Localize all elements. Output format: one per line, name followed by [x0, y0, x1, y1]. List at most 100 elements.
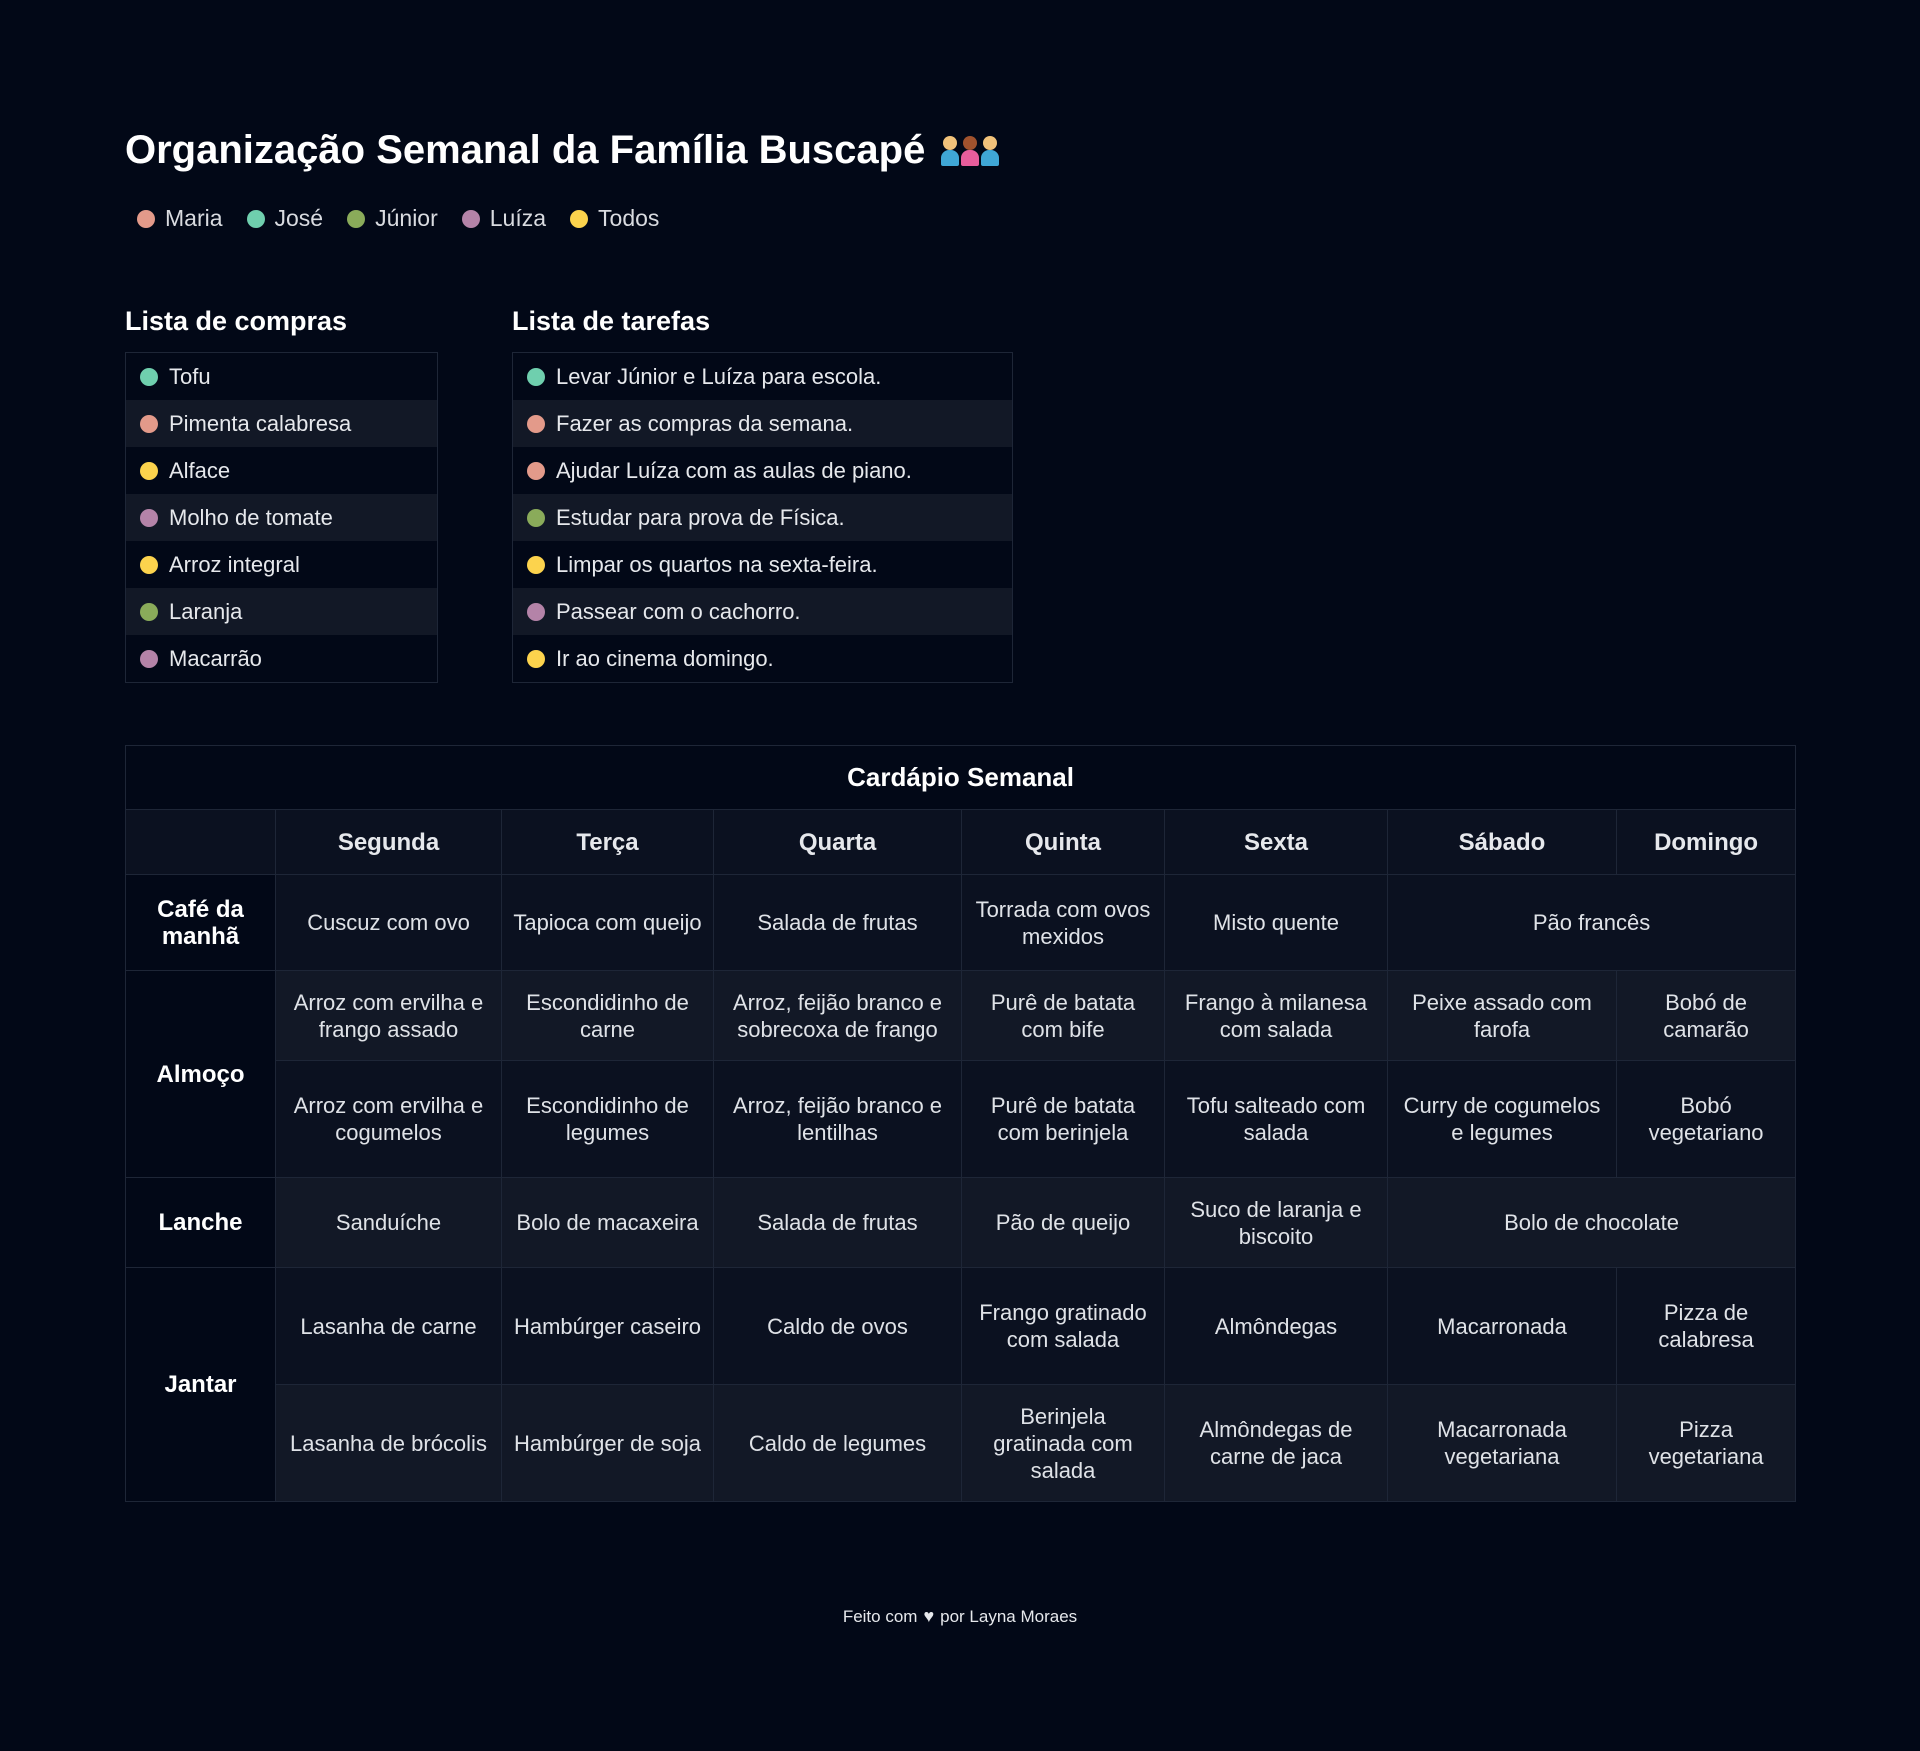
list-item: Pimenta calabresa — [126, 400, 437, 447]
day-header: Quinta — [961, 809, 1165, 875]
list-item: Ajudar Luíza com as aulas de piano. — [513, 447, 1012, 494]
menu-cell: Curry de cogumelos e legumes — [1387, 1060, 1617, 1178]
item-color-dot — [527, 602, 545, 621]
legend-label: José — [274, 205, 324, 231]
shopping-list-title: Lista de compras — [125, 306, 348, 336]
item-color-dot — [527, 414, 545, 433]
item-color-dot — [527, 555, 545, 574]
list-item: Estudar para prova de Física. — [513, 494, 1012, 541]
table-row-dinner-2: Lasanha de brócolis Hambúrger de soja Ca… — [126, 1384, 1797, 1502]
legend-label: Luíza — [489, 205, 547, 231]
menu-cell: Escondidinho de carne — [501, 970, 714, 1061]
heart-icon: ♥ — [923, 1606, 935, 1626]
menu-cell: Purê de batata com bife — [961, 970, 1165, 1061]
item-text: Alface — [169, 457, 231, 483]
table-row-breakfast: Café da manhã Cuscuz com ovo Tapioca com… — [125, 874, 1797, 971]
menu-cell: Arroz, feijão branco e lentilhas — [713, 1060, 962, 1178]
item-color-dot — [140, 555, 158, 574]
menu-cell: Arroz, feijão branco e sobrecoxa de fran… — [713, 970, 962, 1061]
meal-label: Café da manhã — [125, 874, 276, 971]
list-item: Molho de tomate — [126, 494, 437, 541]
footer-text-before: Feito com — [842, 1606, 918, 1626]
corner-header — [125, 809, 276, 875]
list-item: Alface — [126, 447, 437, 494]
item-color-dot — [140, 508, 158, 527]
menu-cell: Purê de batata com berinjela — [961, 1060, 1165, 1178]
day-header: Sexta — [1164, 809, 1388, 875]
menu-cell: Bobó de camarão — [1615, 970, 1797, 1061]
item-color-dot — [140, 461, 158, 480]
weekly-menu-table: Cardápio Semanal Segunda Terça Quarta Qu… — [124, 745, 1797, 1502]
legend-label: Maria — [165, 205, 223, 231]
day-header: Terça — [501, 809, 714, 875]
item-text: Passear com o cachorro. — [556, 598, 801, 624]
menu-cell: Macarronada — [1387, 1267, 1617, 1385]
item-text: Laranja — [169, 598, 243, 624]
menu-cell: Salada de frutas — [713, 1177, 962, 1268]
menu-cell: Almôndegas — [1164, 1267, 1388, 1385]
meal-label: Almoço — [125, 970, 276, 1178]
menu-cell: Bobó vegetariano — [1615, 1060, 1797, 1178]
menu-cell: Pizza vegetariana — [1615, 1384, 1797, 1502]
tasks-list: Levar Júnior e Luíza para escola. Fazer … — [512, 352, 1013, 683]
menu-cell: Hambúrger de soja — [501, 1384, 714, 1502]
menu-cell: Suco de laranja e biscoito — [1164, 1177, 1388, 1268]
menu-cell: Peixe assado com farofa — [1387, 970, 1617, 1061]
todos-color-dot — [570, 209, 589, 228]
menu-cell: Cuscuz com ovo — [275, 874, 502, 971]
menu-cell: Hambúrger caseiro — [501, 1267, 714, 1385]
item-color-dot — [140, 649, 158, 668]
day-header: Segunda — [275, 809, 502, 875]
maria-color-dot — [137, 209, 155, 228]
page-title: Organização Semanal da Família Buscapé — [125, 128, 1000, 173]
legend-item-luiza: Luíza — [461, 205, 547, 232]
menu-cell: Escondidinho de legumes — [501, 1060, 714, 1178]
table-row-snack: Lanche Sanduíche Bolo de macaxeira Salad… — [125, 1177, 1797, 1268]
shopping-list: Tofu Pimenta calabresa Alface Molho de t… — [125, 352, 438, 683]
menu-cell: Bolo de chocolate — [1386, 1177, 1797, 1268]
list-item: Ir ao cinema domingo. — [513, 635, 1012, 682]
menu-cell: Caldo de legumes — [713, 1384, 962, 1502]
list-item: Tofu — [126, 353, 437, 400]
menu-cell: Almôndegas de carne de jaca — [1164, 1384, 1388, 1502]
item-text: Molho de tomate — [169, 504, 333, 530]
day-header: Domingo — [1615, 809, 1797, 875]
item-color-dot — [527, 367, 545, 386]
menu-cell: Lasanha de carne — [275, 1267, 502, 1385]
menu-cell: Torrada com ovos mexidos — [961, 874, 1165, 971]
legend-label: Todos — [598, 205, 660, 231]
list-item: Limpar os quartos na sexta-feira. — [513, 541, 1012, 588]
item-color-dot — [527, 649, 545, 668]
item-color-dot — [140, 414, 158, 433]
footer: Feito com ♥ por Layna Moraes — [0, 1606, 1920, 1627]
menu-cell: Tapioca com queijo — [501, 874, 714, 971]
table-row-lunch-2: Arroz com ervilha e cogumelos Escondidin… — [126, 1060, 1797, 1178]
item-color-dot — [527, 508, 545, 527]
footer-author-link[interactable]: por Layna Moraes — [940, 1607, 1077, 1627]
legend-item-maria: Maria — [137, 205, 223, 232]
item-text: Arroz integral — [169, 551, 300, 577]
item-color-dot — [140, 602, 158, 621]
item-text: Macarrão — [169, 645, 262, 671]
menu-cell: Berinjela gratinada com salada — [961, 1384, 1165, 1502]
menu-cell: Arroz com ervilha e cogumelos — [275, 1060, 502, 1178]
menu-cell: Pizza de calabresa — [1615, 1267, 1797, 1385]
legend: Maria José Júnior Luíza Todos — [137, 205, 659, 232]
meal-label: Lanche — [125, 1177, 276, 1268]
menu-cell: Arroz com ervilha e frango assado — [275, 970, 502, 1061]
item-color-dot — [527, 461, 545, 480]
family-icon — [941, 135, 1000, 166]
list-item: Levar Júnior e Luíza para escola. — [513, 353, 1012, 400]
list-item: Passear com o cachorro. — [513, 588, 1012, 635]
meal-label: Jantar — [125, 1267, 276, 1502]
page-title-text: Organização Semanal da Família Buscapé — [125, 128, 926, 172]
legend-item-jose: José — [246, 205, 324, 232]
day-header: Quarta — [713, 809, 962, 875]
menu-cell: Macarronada vegetariana — [1387, 1384, 1617, 1502]
item-text: Fazer as compras da semana. — [556, 410, 854, 436]
legend-item-todos: Todos — [570, 205, 659, 232]
list-item: Fazer as compras da semana. — [513, 400, 1012, 447]
menu-cell: Pão francês — [1386, 874, 1797, 971]
luiza-color-dot — [461, 209, 480, 228]
menu-cell: Lasanha de brócolis — [275, 1384, 502, 1502]
